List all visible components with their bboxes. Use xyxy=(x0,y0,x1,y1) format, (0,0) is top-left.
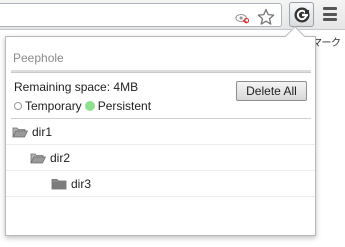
tree-item-dir1[interactable]: dir1 xyxy=(6,119,315,145)
temporary-radio[interactable] xyxy=(14,102,22,110)
star-icon[interactable] xyxy=(257,8,275,26)
temporary-label[interactable]: Temporary xyxy=(25,99,82,113)
storage-type-selector: Temporary Persistent xyxy=(14,99,151,113)
remaining-space-value: 4MB xyxy=(113,80,139,94)
delete-all-button[interactable]: Delete All xyxy=(236,81,307,101)
remaining-space-label: Remaining space: xyxy=(14,80,111,94)
tracking-eye-icon[interactable] xyxy=(235,11,249,25)
folder-closed-icon xyxy=(51,178,67,190)
tree-item-label: dir3 xyxy=(71,176,92,191)
directory-tree: dir1 dir2 dir3 xyxy=(6,119,315,197)
folder-open-icon xyxy=(30,152,46,164)
tree-item-dir2[interactable]: dir2 xyxy=(6,145,315,171)
remaining-space: Remaining space: 4MB xyxy=(14,80,138,94)
address-bar[interactable] xyxy=(0,3,282,27)
tree-item-label: dir1 xyxy=(32,124,53,139)
persistent-radio[interactable] xyxy=(84,101,95,111)
popup-title: Peephole xyxy=(13,51,64,65)
peephole-popup: Peephole Remaining space: 4MB Delete All… xyxy=(5,36,316,236)
tree-item-label: dir2 xyxy=(50,150,71,165)
menu-icon[interactable] xyxy=(322,6,338,22)
tree-item-dir3[interactable]: dir3 xyxy=(6,171,315,197)
bookmark-bar-fragment[interactable]: マーク xyxy=(312,34,341,49)
peephole-extension-icon xyxy=(293,6,311,24)
title-divider xyxy=(11,70,311,73)
peephole-extension-button[interactable] xyxy=(289,2,314,27)
browser-toolbar xyxy=(0,0,345,30)
persistent-label[interactable]: Persistent xyxy=(98,99,151,113)
folder-open-icon xyxy=(12,126,28,138)
